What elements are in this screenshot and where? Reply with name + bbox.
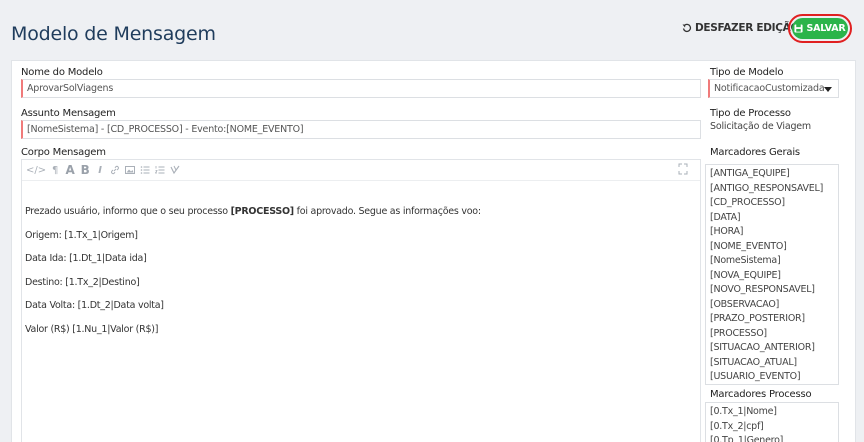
model-name-label: Nome do Modelo bbox=[21, 67, 103, 78]
floppy-disk-icon bbox=[794, 24, 803, 33]
caret-down-icon bbox=[824, 87, 832, 92]
process-markers-list: [0.Tx_1|Nome] [0.Tx_2|cpf] [0.Tp_1|Gener… bbox=[705, 402, 839, 442]
subject-input[interactable]: [NomeSistema] - [CD_PROCESSO] - Evento:[… bbox=[21, 120, 701, 139]
editor-line: Data Ida: [1.Dt_1|Data ida] bbox=[25, 253, 147, 264]
editor-toolbar: </> ¶ A B I bbox=[22, 160, 700, 180]
editor-line: Destino: [1.Tx_2|Destino] bbox=[25, 277, 140, 288]
intro-text-pre: Prezado usuário, informo que o seu proce… bbox=[25, 206, 231, 217]
marker-item[interactable]: [USUARIO_EVENTO] bbox=[706, 370, 838, 384]
body-label: Corpo Mensagem bbox=[21, 147, 106, 158]
message-body-editor[interactable]: </> ¶ A B I Prezado usuário, informo que… bbox=[21, 159, 701, 442]
page-header: Modelo de Mensagem DESFAZER EDIÇÃO SALVA… bbox=[0, 0, 864, 52]
marker-item[interactable]: [NOVA_EQUIPE] bbox=[706, 269, 838, 284]
editor-line: Data Volta: [1.Dt_2|Data volta] bbox=[25, 300, 164, 311]
general-markers-list: [ANTIGA_EQUIPE] [ANTIGO_RESPONSAVEL] [CD… bbox=[705, 164, 839, 385]
editor-toolbar-divider bbox=[22, 180, 700, 181]
undo-label: DESFAZER EDIÇÃO bbox=[695, 22, 800, 34]
clear-format-icon[interactable] bbox=[169, 163, 181, 177]
marker-item[interactable]: [OBSERVACAO] bbox=[706, 298, 838, 313]
marker-item[interactable]: [0.Tx_2|cpf] bbox=[706, 420, 838, 435]
marker-item[interactable]: [SITUACAO_ANTERIOR] bbox=[706, 341, 838, 356]
editor-line: Origem: [1.Tx_1|Origem] bbox=[25, 230, 138, 241]
marker-item[interactable]: [ANTIGA_EQUIPE] bbox=[706, 167, 838, 182]
marker-item[interactable]: [DATA] bbox=[706, 211, 838, 226]
model-type-label: Tipo de Modelo bbox=[710, 67, 784, 78]
page-title: Modelo de Mensagem bbox=[11, 23, 216, 45]
page-right-gutter bbox=[858, 50, 864, 442]
image-icon[interactable] bbox=[124, 163, 136, 177]
bold-icon[interactable]: B bbox=[79, 163, 91, 177]
bullet-list-icon[interactable] bbox=[139, 163, 151, 177]
marker-item[interactable]: [PRAZO_POSTERIOR] bbox=[706, 312, 838, 327]
marker-item[interactable]: [CD_PROCESSO] bbox=[706, 196, 838, 211]
code-view-icon[interactable]: </> bbox=[26, 163, 46, 177]
model-type-select[interactable]: NotificacaoCustomizada bbox=[708, 79, 839, 98]
save-button[interactable]: SALVAR bbox=[788, 14, 852, 43]
marker-item[interactable]: [NomeSistema] bbox=[706, 254, 838, 269]
marker-item[interactable]: [0.Tp_1|Genero] bbox=[706, 434, 838, 442]
italic-icon[interactable]: I bbox=[94, 163, 106, 177]
intro-text-post: foi aprovado. Segue as informações voo: bbox=[293, 206, 481, 217]
marker-item[interactable]: [0.Tx_1|Nome] bbox=[706, 405, 838, 420]
editor-line: Valor (R$) [1.Nu_1|Valor (R$)] bbox=[25, 324, 159, 335]
marker-item[interactable]: [PROCESSO] bbox=[706, 327, 838, 342]
font-size-icon[interactable]: A bbox=[64, 163, 76, 177]
marker-item[interactable]: [SITUACAO_ATUAL] bbox=[706, 356, 838, 371]
numbered-list-icon[interactable] bbox=[154, 163, 166, 177]
model-type-value: NotificacaoCustomizada bbox=[714, 83, 825, 94]
marker-item[interactable]: [HORA] bbox=[706, 225, 838, 240]
process-type-value: Solicitação de Viagem bbox=[710, 121, 811, 132]
marker-item[interactable]: [NOVO_RESPONSAVEL] bbox=[706, 283, 838, 298]
process-type-label: Tipo de Processo bbox=[710, 108, 791, 119]
marker-item[interactable]: [NOME_EVENTO] bbox=[706, 240, 838, 255]
marker-item[interactable]: [ANTIGO_RESPONSAVEL] bbox=[706, 182, 838, 197]
fullscreen-icon[interactable] bbox=[678, 163, 688, 175]
editor-intro-line: Prezado usuário, informo que o seu proce… bbox=[25, 206, 481, 217]
undo-edit-button[interactable]: DESFAZER EDIÇÃO bbox=[682, 22, 799, 34]
model-name-input[interactable]: AprovarSolViagens bbox=[21, 79, 701, 98]
link-icon[interactable] bbox=[109, 163, 121, 177]
intro-text-bold: [PROCESSO] bbox=[230, 206, 295, 217]
general-markers-title: Marcadores Gerais bbox=[710, 147, 800, 158]
subject-label: Assunto Mensagem bbox=[21, 108, 116, 119]
save-label: SALVAR bbox=[806, 23, 846, 34]
paragraph-icon[interactable]: ¶ bbox=[49, 163, 61, 177]
undo-icon bbox=[682, 23, 692, 33]
process-markers-title: Marcadores Processo bbox=[710, 389, 812, 400]
